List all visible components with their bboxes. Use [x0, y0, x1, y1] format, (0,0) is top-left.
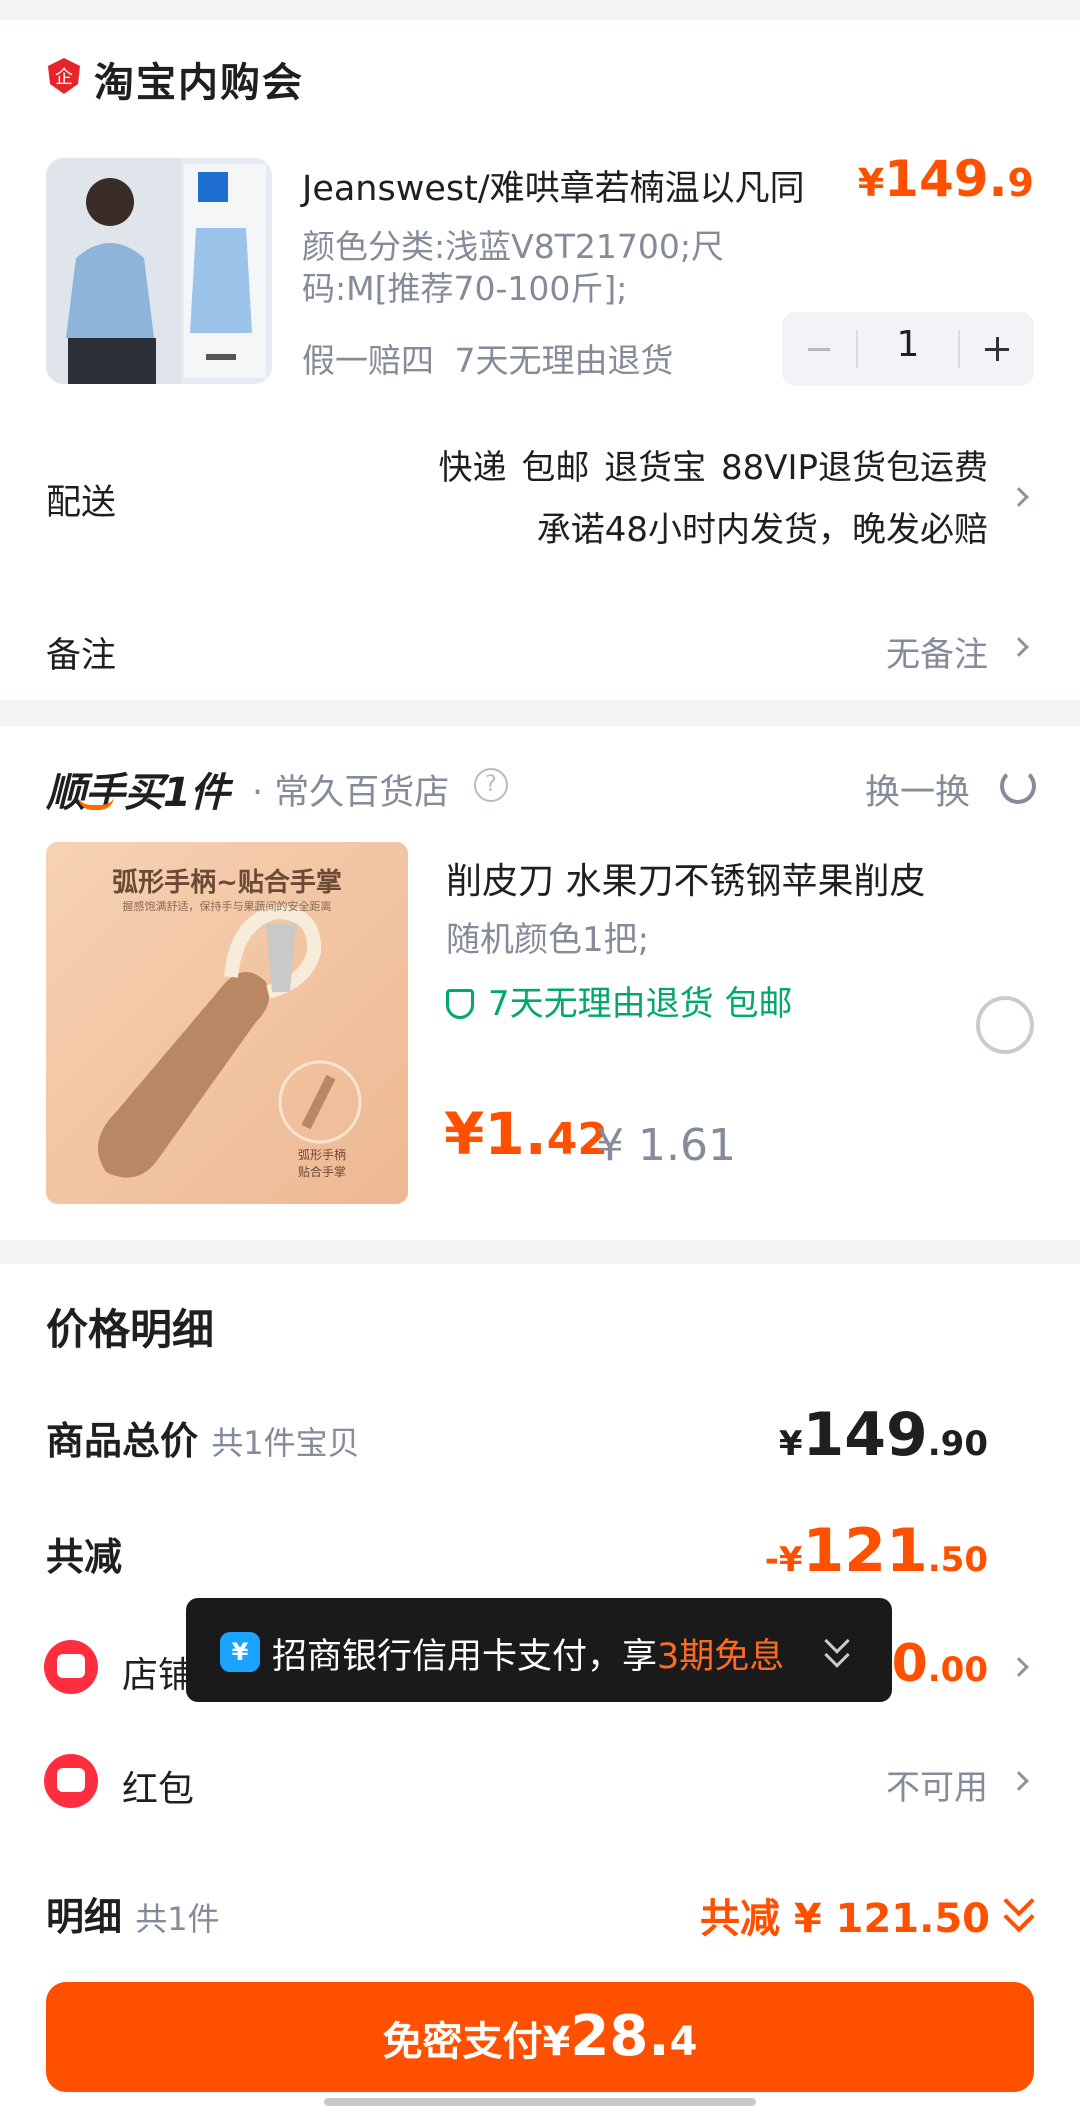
pay-button-label: 免密支付¥28.4: [46, 1982, 1034, 2097]
addon-price-symbol: ¥: [444, 1100, 485, 1168]
red-packet-label: 红包: [122, 1769, 195, 1810]
product-image[interactable]: [46, 158, 272, 384]
addon-image-caption: 弧形手柄~贴合手掌: [112, 868, 342, 898]
addon-select-radio[interactable]: [976, 996, 1034, 1054]
tooltip-text-b: 3期免息: [657, 1637, 785, 1677]
tooltip-chevron-icon[interactable]: [824, 1642, 850, 1668]
total-label: 商品总价 共1件宝贝: [46, 1410, 360, 1465]
quantity-value[interactable]: 1: [858, 324, 958, 365]
pay-int: 28.: [570, 2004, 670, 2069]
store-coupon-icon: [44, 1640, 98, 1694]
addon-image[interactable]: 弧形手柄~贴合手掌 握感饱满舒适，保持手与果蔬间的安全距离 弧形手柄 贴合手掌: [46, 842, 408, 1204]
total-symbol: ¥: [778, 1424, 803, 1464]
payment-promo-tooltip[interactable]: ¥ 招商银行信用卡支付，享3期免息: [186, 1598, 892, 1702]
red-packet-icon: [44, 1754, 98, 1808]
addon-brand-logo: 顺手买1件: [46, 770, 230, 816]
detail-label-text: 明细: [46, 1895, 123, 1939]
store-promo-label: 店铺: [122, 1655, 195, 1696]
shop-badge-icon: 企: [48, 58, 80, 94]
help-icon[interactable]: ?: [474, 768, 508, 802]
price-dec: 9: [1007, 161, 1034, 205]
addon-store[interactable]: · 常久百货店: [252, 764, 449, 815]
product-promise: 假一赔四 7天无理由退货: [302, 341, 674, 380]
red-packet-value[interactable]: 不可用: [886, 1760, 988, 1809]
discount-symbol: -¥: [764, 1540, 803, 1580]
discount-dec: .50: [927, 1540, 988, 1580]
refresh-icon[interactable]: [1000, 768, 1036, 804]
detail-label: 明细 共1件: [46, 1886, 220, 1941]
discount-label: 共减: [46, 1535, 123, 1579]
discount-amount: -¥121.50: [765, 1516, 988, 1586]
addon-title[interactable]: 削皮刀 水果刀不锈钢苹果削皮: [446, 852, 925, 904]
tooltip-text: 招商银行信用卡支付，享3期免息: [272, 1628, 784, 1679]
product-photo: [46, 158, 272, 384]
price-symbol: ¥: [857, 161, 885, 205]
product-sku[interactable]: 颜色分类:浅蓝V8T21700;尺码:M[推荐70-100斤];: [302, 226, 742, 310]
shop-name[interactable]: 淘宝内购会: [94, 50, 304, 108]
delivery-label: 配送: [46, 483, 117, 523]
bank-card-icon: ¥: [220, 1632, 260, 1672]
total-sub: 共1件宝贝: [211, 1424, 360, 1462]
addon-image-sub: 握感饱满舒适，保持手与果蔬间的安全距离: [122, 900, 332, 913]
pay-prefix: 免密支付¥: [382, 2019, 571, 2065]
detail-amount[interactable]: 共减 ¥ 121.50: [700, 1886, 990, 1944]
store-promo-dec: .00: [927, 1650, 988, 1690]
delivery-info[interactable]: 快递 包邮 退货宝 88VIP退货包运费: [439, 440, 988, 489]
quantity-stepper: 1: [782, 312, 1034, 386]
remark-label: 备注: [46, 636, 117, 676]
addon-tags-text: 7天无理由退货 包邮: [488, 984, 793, 1024]
addon-sku: 随机颜色1把;: [446, 920, 650, 960]
decrease-button[interactable]: [782, 312, 856, 386]
pay-dec: 4: [669, 2019, 698, 2065]
pay-button[interactable]: 免密支付¥28.4: [46, 1982, 1034, 2092]
product-title[interactable]: Jeanswest/难哄章若楠温以凡同: [302, 160, 805, 211]
total-label-text: 商品总价: [46, 1419, 199, 1463]
total-int: 149: [802, 1400, 928, 1470]
total-dec: .90: [927, 1424, 988, 1464]
addon-tags: 7天无理由退货 包邮: [446, 976, 792, 1025]
total-amount: ¥149.90: [779, 1400, 988, 1470]
delivery-promise[interactable]: 承诺48小时内发货，晚发必赔: [537, 502, 988, 551]
detail-sub: 共1件: [135, 1900, 220, 1938]
top-strip: [0, 0, 1080, 20]
addon-price: ¥1.42: [444, 1100, 608, 1168]
discount-int: 121: [802, 1516, 928, 1586]
increase-button[interactable]: [960, 312, 1034, 386]
price-int: 149.: [884, 150, 1008, 208]
remark-value[interactable]: 无备注: [886, 627, 988, 676]
addon-price-int: 1.: [484, 1100, 547, 1168]
addon-image-badge: 弧形手柄 贴合手掌: [297, 1148, 346, 1179]
addon-original-price: ¥ 1.61: [596, 1120, 736, 1171]
home-indicator: [324, 2098, 756, 2106]
tooltip-text-a: 招商银行信用卡支付，享: [272, 1637, 658, 1677]
shield-icon: [446, 989, 474, 1019]
swap-button[interactable]: 换一换: [865, 764, 970, 815]
price-detail-title: 价格明细: [46, 1305, 215, 1354]
svg-text:企: 企: [55, 67, 73, 88]
product-price: ¥149.9: [858, 150, 1034, 208]
